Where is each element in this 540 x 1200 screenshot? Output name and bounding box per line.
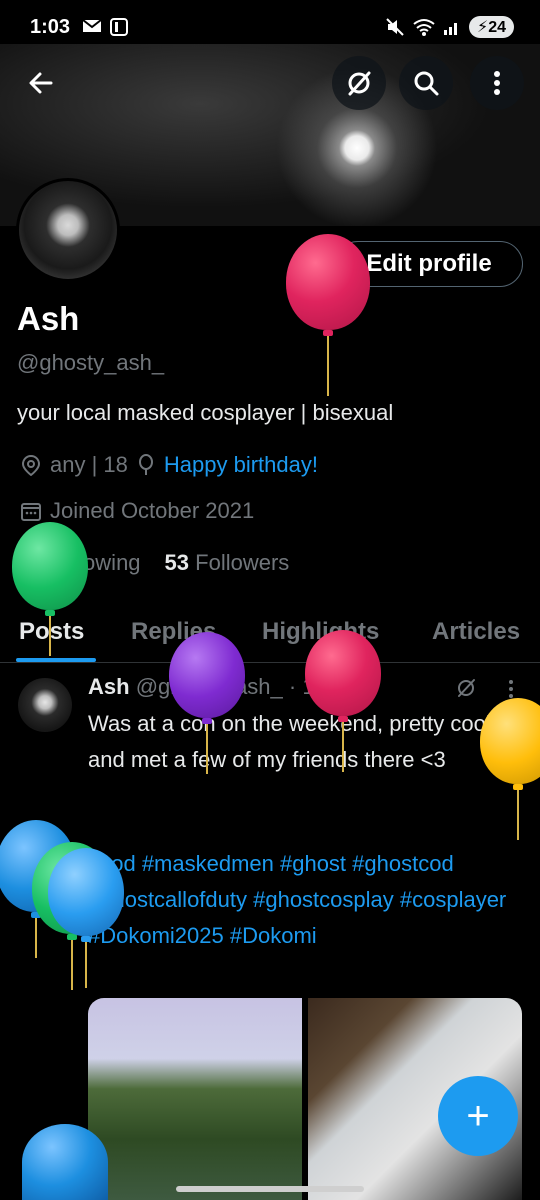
mute-icon [386, 18, 404, 36]
post-text: Was at a con on the weekend, pretty cool… [88, 711, 491, 772]
slash-circle-icon [348, 71, 371, 96]
search-button[interactable] [399, 56, 453, 110]
balloon-blue-3 [22, 1124, 108, 1200]
arrow-left-icon [29, 72, 53, 94]
birthday-link[interactable]: Happy birthday! [164, 452, 318, 478]
post-hashtags[interactable]: #cod #maskedmen #ghost #ghostcod #ghostc… [88, 846, 508, 954]
compose-button[interactable]: + [438, 1076, 518, 1156]
balloon-purple [169, 632, 245, 774]
search-icon [414, 71, 439, 96]
balloon-yellow [480, 698, 540, 840]
profile-joined: Joined October 2021 [50, 498, 255, 523]
profile-name: Ash [17, 300, 80, 337]
home-indicator [176, 1186, 364, 1192]
more-vertical-icon [494, 71, 500, 95]
profile-handle: @ghosty_ash_ [17, 350, 165, 375]
battery-indicator: ⚡24 [468, 16, 514, 38]
status-left-icons [82, 18, 128, 36]
signal-icon [443, 23, 457, 35]
wifi-icon [413, 19, 435, 36]
post-avatar[interactable] [18, 678, 72, 732]
profile-avatar[interactable] [16, 178, 120, 282]
status-time: 1:03 [30, 16, 71, 38]
tab-articles[interactable]: Articles [432, 618, 520, 646]
balloon-green [12, 522, 88, 656]
profile-location: any | 18 [50, 452, 128, 477]
profile-meta-row: any | 18 Happy birthday! [20, 452, 318, 478]
mail-icon [82, 19, 102, 32]
followers-link[interactable]: 53 Followers [165, 550, 290, 576]
slash-circle-icon[interactable] [454, 676, 478, 700]
back-button[interactable] [14, 56, 68, 110]
active-tab-indicator [16, 658, 96, 662]
no-sync-button[interactable] [332, 56, 386, 110]
post-image-1[interactable] [88, 998, 302, 1200]
location-pin-icon [21, 454, 41, 476]
profile-bio: your local masked cosplayer | bisexual [17, 400, 394, 425]
app-icon [110, 18, 128, 36]
balloon-red-2 [305, 630, 381, 772]
balloon-blue-2 [48, 848, 124, 988]
balloon-red-1 [286, 234, 370, 396]
profile-joined-row: Joined October 2021 [20, 498, 254, 524]
balloon-icon [138, 454, 153, 475]
status-right-icons: ⚡24 [385, 16, 514, 38]
calendar-icon [21, 503, 41, 521]
more-button[interactable] [470, 56, 524, 110]
post-author[interactable]: Ash [88, 674, 130, 699]
post-more-icon[interactable] [506, 678, 516, 700]
